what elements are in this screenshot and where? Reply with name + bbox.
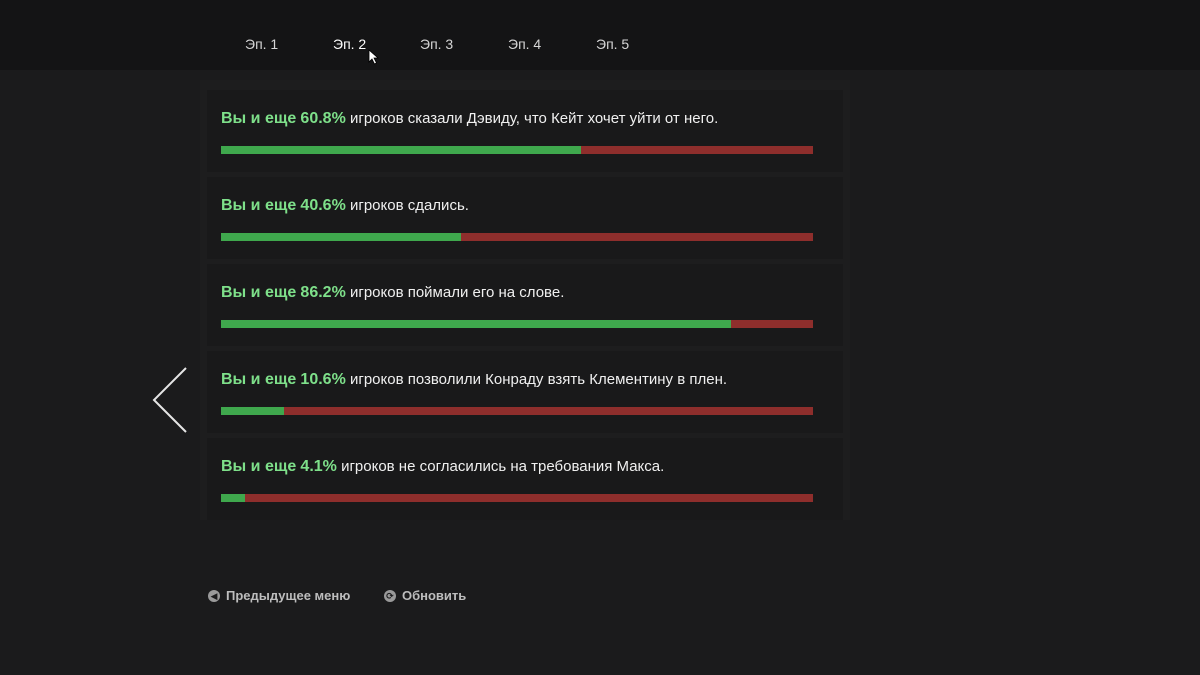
choice-percent: 40.6% [300,197,346,214]
choice-statement: Вы и еще 4.1% игроков не согласились на … [221,458,664,476]
choice-row: Вы и еще 10.6% игроков позволили Конраду… [207,351,843,433]
b-button-icon: ◀ [208,589,220,602]
choice-prefix: Вы и еще [221,371,297,388]
mouse-cursor-icon [368,49,380,65]
choice-statement: Вы и еще 86.2% игроков поймали его на сл… [221,284,564,302]
choice-row: Вы и еще 4.1% игроков не согласились на … [207,438,843,520]
choice-bar [221,407,813,415]
previous-menu-label: Предыдущее меню [226,588,351,603]
choice-bar-fill [221,320,732,328]
choice-prefix: Вы и еще [221,110,297,127]
choice-prefix: Вы и еще [221,284,297,301]
choice-percent: 10.6% [300,371,346,388]
episode-tab-bar: Эп. 1 Эп. 2 Эп. 3 Эп. 4 Эп. 5 [0,0,1200,70]
choice-prefix: Вы и еще [221,458,297,475]
choice-bar-fill [221,407,284,415]
episode-tabs: Эп. 1 Эп. 2 Эп. 3 Эп. 4 Эп. 5 [0,0,1200,70]
choice-statement: Вы и еще 10.6% игроков позволили Конраду… [221,371,727,389]
choice-percent: 60.8% [300,110,346,127]
choice-text: игроков позволили Конраду взять Клементи… [349,371,728,388]
choice-percent: 4.1% [300,458,337,475]
choice-prefix: Вы и еще [221,197,297,214]
choice-text: игроков не согласились на требования Мак… [341,458,665,475]
tab-episode-1[interactable]: Эп. 1 [245,36,278,52]
refresh-button[interactable]: ⟳ Обновить [384,588,466,603]
choice-row: Вы и еще 40.6% игроков сдались. [207,177,843,259]
choice-row: Вы и еще 86.2% игроков поймали его на сл… [207,264,843,346]
choice-percent: 86.2% [300,284,346,301]
choice-bar [221,146,813,154]
choice-bar-fill [221,494,246,502]
previous-menu-button[interactable]: ◀ Предыдущее меню [208,588,350,603]
tab-episode-4[interactable]: Эп. 4 [508,36,541,52]
choice-row: Вы и еще 60.8% игроков сказали Дэвиду, ч… [207,90,843,172]
refresh-icon: ⟳ [384,589,396,602]
choice-bar-fill [221,146,581,154]
choice-bar [221,320,813,328]
tab-episode-3[interactable]: Эп. 3 [420,36,453,52]
choice-bar [221,494,813,502]
choice-text: игроков поймали его на слове. [349,284,565,301]
tab-episode-5[interactable]: Эп. 5 [596,36,629,52]
previous-page-arrow-icon[interactable] [148,366,190,436]
choice-statement: Вы и еще 60.8% игроков сказали Дэвиду, ч… [221,110,718,128]
choice-statement: Вы и еще 40.6% игроков сдались. [221,197,469,215]
choice-bar-fill [221,233,462,241]
tab-episode-2[interactable]: Эп. 2 [333,36,366,52]
refresh-label: Обновить [402,588,467,603]
choice-text: игроков сказали Дэвиду, что Кейт хочет у… [349,110,719,127]
choice-bar [221,233,813,241]
choice-text: игроков сдались. [349,197,469,214]
